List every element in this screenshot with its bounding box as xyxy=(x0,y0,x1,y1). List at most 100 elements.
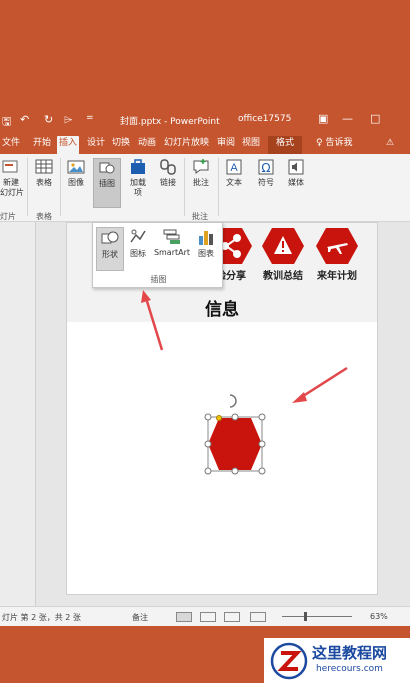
watermark-z-icon xyxy=(270,642,308,680)
comments-group-label: 批注 xyxy=(192,212,208,221)
group-divider xyxy=(60,158,61,216)
undo-icon[interactable]: ↶ xyxy=(20,113,29,126)
tab-animations[interactable]: 动画 xyxy=(136,136,158,154)
ribbon-display-icon[interactable]: ▣ xyxy=(318,112,328,125)
thumbnail-pane[interactable] xyxy=(0,222,36,606)
slide-title[interactable]: 信息 xyxy=(67,295,377,320)
category-lessons[interactable]: 教训总结 xyxy=(253,227,313,282)
watermark-url: herecours.com xyxy=(316,664,383,674)
save-icon[interactable]: 🖫 xyxy=(2,113,11,132)
window-title: 封面.pptx - PowerPoint xyxy=(120,117,220,127)
warning-hexagon-icon xyxy=(262,228,304,264)
images-button[interactable]: 图像 xyxy=(64,158,88,188)
customize-qat-icon[interactable]: = xyxy=(86,113,94,123)
text-label: 文本 xyxy=(226,178,242,187)
watermark-logo: 这里教程网 herecours.com xyxy=(264,638,410,683)
smartart-icon xyxy=(163,229,180,244)
minimize-icon[interactable]: — xyxy=(342,112,353,125)
group-divider xyxy=(184,158,185,216)
user-name[interactable]: office17575 xyxy=(238,114,291,124)
addins-button[interactable]: 加载 项 xyxy=(126,158,150,198)
links-label: 链接 xyxy=(160,178,176,187)
tab-slideshow[interactable]: 幻灯片放映 xyxy=(162,136,211,154)
rotate-handle-icon[interactable] xyxy=(229,394,237,408)
slides-group-label: 灯片 xyxy=(0,212,16,221)
illustrations-icon xyxy=(99,162,115,174)
selected-hexagon-shape[interactable] xyxy=(191,387,281,477)
icons-icon xyxy=(130,229,146,243)
text-box-icon: A xyxy=(226,159,242,175)
illustrations-dropdown: 形状 图标 SmartArt 图表 插图 xyxy=(92,222,223,288)
category-lessons-label: 教训总结 xyxy=(263,271,303,282)
chart-icon xyxy=(199,231,213,245)
text-button[interactable]: A 文本 xyxy=(222,158,246,188)
icons-button[interactable]: 图标 xyxy=(126,227,150,259)
group-divider xyxy=(27,158,28,216)
format-painter-icon[interactable]: ⌲ xyxy=(64,113,73,127)
svg-text:A: A xyxy=(230,162,238,174)
new-slide-label: 新建 幻灯片 xyxy=(0,178,24,197)
airplane-hexagon-icon xyxy=(316,228,358,264)
new-slide-button[interactable]: 新建 幻灯片 xyxy=(0,158,24,198)
image-icon xyxy=(67,160,85,174)
speaker-icon xyxy=(288,159,304,175)
links-button[interactable]: 链接 xyxy=(156,158,180,188)
smartart-label: SmartArt xyxy=(153,248,191,257)
smartart-button[interactable]: SmartArt xyxy=(153,227,191,257)
icons-label: 图标 xyxy=(130,249,146,258)
illustrations-label: 插图 xyxy=(99,179,115,188)
ribbon-insert: 新建 幻灯片 灯片 表格 表格 图像 插图 加载 项 链接 批注 批注 A 文本… xyxy=(0,154,410,222)
shapes-icon xyxy=(101,231,119,244)
tab-home[interactable]: 开始 xyxy=(31,136,53,154)
tab-insert[interactable]: 插入 xyxy=(57,136,80,154)
comment-button[interactable]: 批注 xyxy=(188,158,214,188)
link-icon xyxy=(160,159,176,175)
svg-text:Ω: Ω xyxy=(261,161,270,175)
tab-file[interactable]: 文件 xyxy=(0,136,22,154)
new-slide-icon xyxy=(2,160,18,173)
watermark-title: 这里教程网 xyxy=(312,644,388,662)
images-label: 图像 xyxy=(68,178,84,187)
reading-view-icon[interactable] xyxy=(224,612,240,622)
illustrations-button[interactable]: 插图 xyxy=(93,158,121,208)
slide-counter: 灯片 第 2 张，共 2 张 xyxy=(2,613,81,622)
redo-icon[interactable]: ↻ xyxy=(44,113,53,126)
dropdown-group-caption: 插图 xyxy=(150,275,167,284)
tab-transitions[interactable]: 切换 xyxy=(110,136,132,154)
tab-design[interactable]: 设计 xyxy=(85,136,107,154)
maximize-icon[interactable]: □ xyxy=(370,112,380,125)
top-background xyxy=(0,0,410,108)
chart-button[interactable]: 图表 xyxy=(194,227,218,259)
normal-view-icon[interactable] xyxy=(176,612,192,622)
sorter-view-icon[interactable] xyxy=(200,612,216,622)
tab-format[interactable]: 格式 xyxy=(268,136,303,154)
shapes-button[interactable]: 形状 xyxy=(96,227,124,271)
share-icon[interactable]: ⚠ xyxy=(384,136,396,154)
shapes-label: 形状 xyxy=(102,250,118,259)
symbols-label: 符号 xyxy=(258,178,274,187)
title-bar: 🖫 ↶ ↻ ⌲ = 封面.pptx - PowerPoint office175… xyxy=(0,108,410,132)
tab-review[interactable]: 审阅 xyxy=(215,136,237,154)
comment-icon xyxy=(193,159,209,174)
category-plan-label: 来年计划 xyxy=(317,271,357,282)
table-label: 表格 xyxy=(36,178,52,187)
group-divider xyxy=(218,158,219,216)
tables-group-label: 表格 xyxy=(36,212,52,221)
addins-label: 加载 项 xyxy=(130,178,146,197)
tell-me-search[interactable]: ♀ 告诉我 xyxy=(314,136,354,154)
category-plan[interactable]: 来年计划 xyxy=(307,227,367,282)
media-label: 媒体 xyxy=(288,178,304,187)
ribbon-tabs: 文件 开始 插入 设计 切换 动画 幻灯片放映 审阅 视图 格式 ♀ 告诉我 ⚠ xyxy=(0,132,410,154)
zoom-slider[interactable] xyxy=(282,616,352,617)
tab-view[interactable]: 视图 xyxy=(240,136,262,154)
zoom-slider-thumb[interactable] xyxy=(304,612,307,621)
chart-label: 图表 xyxy=(198,249,214,258)
symbols-button[interactable]: Ω 符号 xyxy=(254,158,278,188)
notes-button[interactable]: 备注 xyxy=(132,612,148,623)
zoom-level[interactable]: 63% xyxy=(370,612,388,621)
symbol-icon: Ω xyxy=(258,159,274,175)
table-button[interactable]: 表格 xyxy=(32,158,56,188)
slideshow-view-icon[interactable] xyxy=(250,612,266,622)
store-icon xyxy=(131,159,145,174)
media-button[interactable]: 媒体 xyxy=(284,158,308,188)
